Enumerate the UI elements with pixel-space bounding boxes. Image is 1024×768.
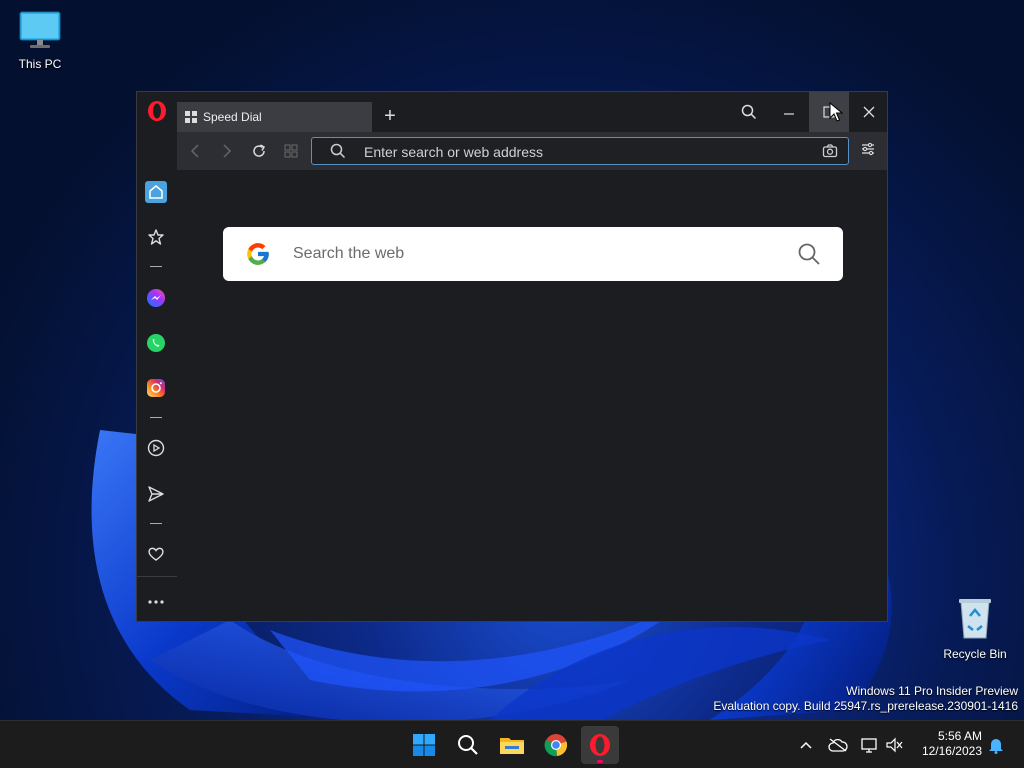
sidebar-divider	[137, 576, 177, 577]
easy-setup-button[interactable]	[861, 142, 875, 161]
sidebar-instagram[interactable]	[145, 377, 167, 399]
clock-time: 5:56 AM	[937, 729, 982, 743]
send-icon	[148, 486, 164, 502]
sidebar-player[interactable]	[145, 437, 167, 459]
home-icon	[149, 185, 163, 199]
sidebar-speed-dial[interactable]	[145, 181, 167, 203]
mouse-cursor-icon	[829, 102, 843, 122]
back-icon	[190, 144, 199, 158]
onedrive-tray-button[interactable]	[828, 735, 848, 755]
desktop-icon-recycle-bin[interactable]: Recycle Bin	[935, 596, 1015, 661]
instagram-icon	[147, 379, 165, 397]
search-icon[interactable]	[797, 242, 821, 266]
start-icon	[413, 734, 435, 756]
notifications-button[interactable]	[986, 735, 1006, 755]
opera-logo-icon	[148, 101, 166, 121]
cloud-offline-icon	[828, 738, 848, 752]
speed-dial-page: Search the web	[177, 170, 887, 621]
tab-search-button[interactable]	[729, 92, 769, 132]
search-icon	[741, 104, 757, 120]
address-placeholder: Enter search or web address	[364, 144, 543, 160]
show-hidden-icons-button[interactable]	[796, 735, 816, 755]
file-explorer-icon	[500, 738, 524, 754]
sidebar-favorites[interactable]	[145, 543, 167, 565]
bell-icon	[989, 739, 1003, 754]
tiles-icon	[284, 144, 298, 158]
google-search-box[interactable]: Search the web	[223, 227, 843, 281]
sidebar-separator	[150, 266, 162, 267]
watermark-edition: Windows 11 Pro Insider Preview	[846, 684, 1018, 698]
taskbar-search-button[interactable]	[449, 726, 487, 764]
player-icon	[147, 439, 165, 457]
sidebar-send[interactable]	[145, 483, 167, 505]
messenger-icon	[147, 289, 165, 307]
tab-title: Speed Dial	[203, 110, 262, 124]
chrome-icon	[544, 734, 568, 757]
new-tab-button[interactable]: +	[382, 106, 398, 126]
taskbar-file-explorer[interactable]	[493, 726, 531, 764]
back-button[interactable]	[185, 141, 205, 161]
volume-tray-button[interactable]	[885, 735, 905, 755]
reload-button[interactable]	[249, 141, 269, 161]
monitor-icon	[19, 11, 61, 48]
reload-icon	[253, 144, 266, 157]
whatsapp-icon	[147, 334, 165, 352]
speed-dial-icon	[185, 111, 197, 123]
address-field[interactable]: Enter search or web address	[311, 137, 849, 165]
clock-date: 12/16/2023	[921, 744, 982, 758]
chevron-up-icon	[800, 741, 812, 749]
opera-browser-window: Speed Dial + Enter search or web address…	[136, 91, 888, 622]
close-icon	[863, 106, 875, 118]
volume-muted-icon	[886, 737, 903, 753]
search-icon	[458, 735, 478, 755]
running-indicator	[597, 760, 603, 763]
sidebar-messenger[interactable]	[145, 287, 167, 309]
taskbar-chrome[interactable]	[537, 726, 575, 764]
bookmarks-icon	[148, 229, 164, 245]
taskbar-clock[interactable]: 5:56 AM 12/16/2023	[922, 729, 982, 759]
desktop-icon-this-pc[interactable]: This PC	[0, 10, 80, 71]
close-button[interactable]	[849, 92, 889, 132]
google-search-placeholder: Search the web	[293, 245, 405, 262]
sidebar-more[interactable]	[145, 591, 167, 613]
network-tray-button[interactable]	[860, 735, 880, 755]
taskbar: 5:56 AM 12/16/2023	[0, 720, 1024, 768]
google-logo-icon	[247, 243, 269, 265]
desktop-icon-label: Recycle Bin	[943, 647, 1007, 661]
taskbar-opera[interactable]	[581, 726, 619, 764]
tab-bar: Speed Dial +	[177, 92, 887, 132]
network-icon	[861, 738, 877, 753]
sidebar-bookmarks[interactable]	[145, 226, 167, 248]
forward-button[interactable]	[217, 141, 237, 161]
settings-sliders-icon	[862, 142, 874, 156]
desktop-icon-label: This PC	[18, 57, 62, 71]
plus-icon: +	[384, 105, 396, 127]
heart-icon	[148, 547, 164, 561]
minimize-icon	[784, 113, 794, 115]
start-button[interactable]	[405, 726, 443, 764]
minimize-button[interactable]	[769, 92, 809, 132]
sidebar-separator	[150, 417, 162, 418]
opera-sidebar	[137, 92, 177, 621]
opera-icon	[590, 734, 610, 756]
windows-watermark: Windows 11 Pro Insider Preview Evaluatio…	[713, 684, 1018, 714]
recycle-bin-icon	[959, 599, 991, 639]
sidebar-separator	[150, 523, 162, 524]
camera-icon[interactable]	[822, 143, 838, 159]
tab-speed-dial[interactable]: Speed Dial	[177, 102, 372, 132]
tiles-button[interactable]	[281, 141, 301, 161]
more-icon	[148, 600, 164, 604]
watermark-build: Evaluation copy. Build 25947.rs_prerelea…	[713, 699, 1018, 713]
search-icon	[330, 143, 346, 159]
address-toolbar: Enter search or web address	[177, 132, 887, 170]
opera-menu-button[interactable]	[146, 100, 168, 122]
sidebar-whatsapp[interactable]	[145, 332, 167, 354]
forward-icon	[223, 144, 232, 158]
